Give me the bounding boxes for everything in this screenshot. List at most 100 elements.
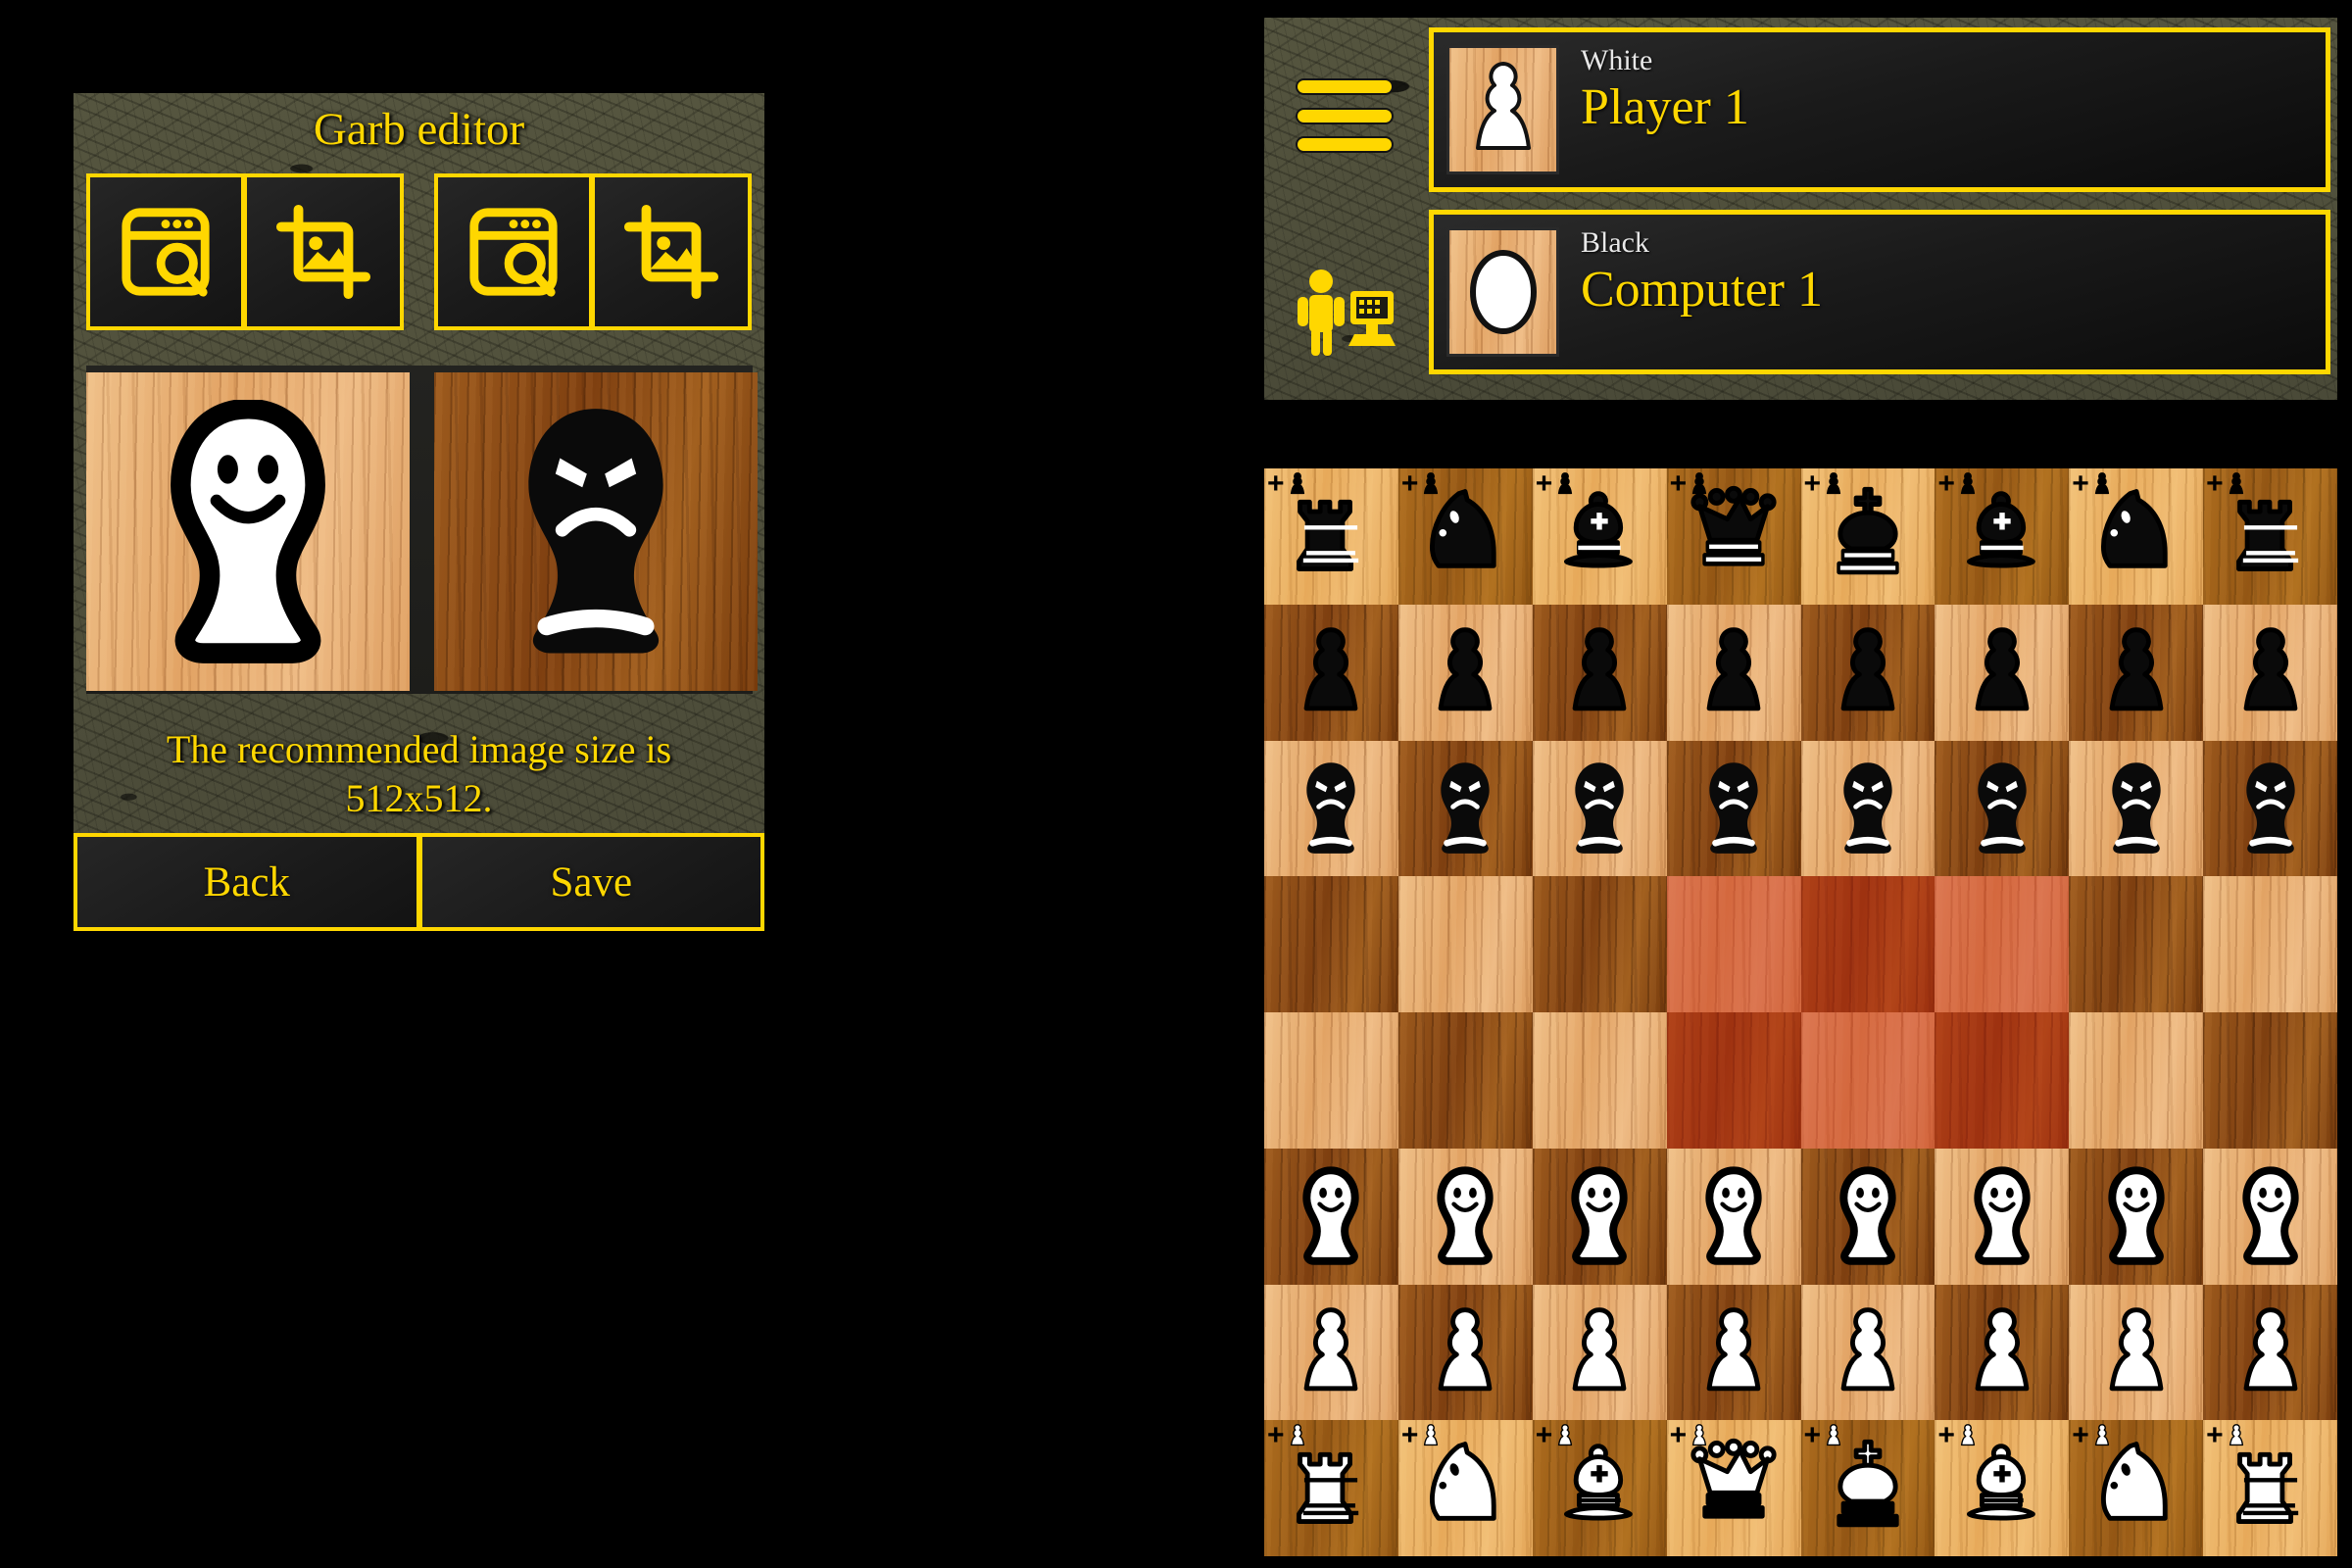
white-knight[interactable] [2085,1438,2187,1540]
white-garb[interactable] [1683,1165,1785,1267]
board-square-a2[interactable] [1264,1284,1398,1421]
board-square-h5[interactable] [2203,876,2337,1012]
board-square-g5[interactable] [2069,876,2204,1012]
board-square-e5[interactable] [1800,876,1936,1012]
board-square-h7[interactable] [2203,604,2337,741]
board-square-b6[interactable] [1397,740,1533,877]
black-bishop[interactable] [1548,485,1650,587]
crop-image-white-button[interactable] [245,173,404,330]
black-garb[interactable] [1683,758,1785,859]
black-knight[interactable] [2085,485,2187,587]
board-square-h2[interactable] [2203,1284,2337,1421]
white-queen[interactable] [1683,1438,1785,1540]
hamburger-menu-icon[interactable] [1296,78,1394,153]
player-card-black[interactable]: Black Computer 1 [1429,210,2330,374]
board-square-f4[interactable] [1935,1012,2070,1149]
board-square-c1[interactable]: + [1532,1420,1667,1556]
board-square-f2[interactable] [1935,1284,2070,1421]
board-square-d6[interactable] [1666,740,1801,877]
board-square-a3[interactable] [1264,1148,1398,1285]
board-square-a4[interactable] [1264,1012,1398,1149]
black-garb-preview[interactable] [434,372,758,691]
white-garb[interactable] [1817,1165,1919,1267]
board-square-a6[interactable] [1264,740,1398,877]
white-pawn[interactable] [1548,1301,1650,1403]
black-pawn[interactable] [1683,621,1785,723]
black-garb[interactable] [2220,758,2322,859]
white-pawn[interactable] [1414,1301,1516,1403]
white-garb[interactable] [2085,1165,2187,1267]
board-square-e2[interactable] [1800,1284,1936,1421]
board-square-c5[interactable] [1532,876,1667,1012]
white-garb[interactable] [2220,1165,2322,1267]
chess-board[interactable]: + + + + + + + + + + + + + + + + [1264,468,2337,1556]
white-garb[interactable] [1548,1165,1650,1267]
white-knight[interactable] [1414,1438,1516,1540]
black-pawn[interactable] [2085,621,2187,723]
black-pawn[interactable] [1951,621,2053,723]
board-square-b5[interactable] [1397,876,1533,1012]
black-knight[interactable] [1414,485,1516,587]
black-pawn[interactable] [2220,621,2322,723]
black-king[interactable] [1817,485,1919,587]
white-rook[interactable] [1280,1438,1382,1540]
board-square-h4[interactable] [2203,1012,2337,1149]
black-garb[interactable] [1414,758,1516,859]
white-pawn[interactable] [1683,1301,1785,1403]
board-square-a7[interactable] [1264,604,1398,741]
board-square-c8[interactable]: + [1532,468,1667,605]
board-square-b7[interactable] [1397,604,1533,741]
board-square-b4[interactable] [1397,1012,1533,1149]
board-square-h6[interactable] [2203,740,2337,877]
board-square-b8[interactable]: + [1397,468,1533,605]
board-square-d2[interactable] [1666,1284,1801,1421]
board-square-a1[interactable]: + [1264,1420,1398,1556]
black-garb[interactable] [1817,758,1919,859]
black-garb[interactable] [1548,758,1650,859]
board-square-f7[interactable] [1935,604,2070,741]
board-square-h8[interactable]: + [2203,468,2337,605]
board-square-h1[interactable]: + [2203,1420,2337,1556]
white-pawn[interactable] [2220,1301,2322,1403]
black-queen[interactable] [1683,485,1785,587]
black-pawn[interactable] [1280,621,1382,723]
board-square-c7[interactable] [1532,604,1667,741]
white-garb[interactable] [1280,1165,1382,1267]
board-square-b1[interactable]: + [1397,1420,1533,1556]
board-square-f6[interactable] [1935,740,2070,877]
browse-file-white-button[interactable] [86,173,245,330]
board-square-d1[interactable]: + [1666,1420,1801,1556]
white-garb[interactable] [1414,1165,1516,1267]
board-square-f1[interactable]: + [1935,1420,2070,1556]
board-square-e1[interactable]: + [1800,1420,1936,1556]
board-square-d8[interactable]: + [1666,468,1801,605]
black-pawn[interactable] [1414,621,1516,723]
board-square-e3[interactable] [1800,1148,1936,1285]
white-garb-preview[interactable] [86,372,410,691]
white-pawn[interactable] [1951,1301,2053,1403]
black-garb[interactable] [1951,758,2053,859]
board-square-g3[interactable] [2069,1148,2204,1285]
black-pawn[interactable] [1548,621,1650,723]
white-king[interactable] [1817,1438,1919,1540]
board-square-a8[interactable]: + [1264,468,1398,605]
white-bishop[interactable] [1548,1438,1650,1540]
board-square-d5[interactable] [1666,876,1801,1012]
board-square-h3[interactable] [2203,1148,2337,1285]
black-garb[interactable] [2085,758,2187,859]
board-square-a5[interactable] [1264,876,1398,1012]
board-square-e8[interactable]: + [1800,468,1936,605]
black-rook[interactable] [2220,485,2322,587]
player-card-white[interactable]: White Player 1 [1429,27,2330,192]
black-rook[interactable] [1280,485,1382,587]
board-square-g8[interactable]: + [2069,468,2204,605]
board-square-c6[interactable] [1532,740,1667,877]
board-square-f8[interactable]: + [1935,468,2070,605]
save-button[interactable]: Save [419,833,764,931]
board-square-f5[interactable] [1935,876,2070,1012]
board-square-c2[interactable] [1532,1284,1667,1421]
board-square-g1[interactable]: + [2069,1420,2204,1556]
board-square-c3[interactable] [1532,1148,1667,1285]
board-square-e4[interactable] [1800,1012,1936,1149]
white-pawn[interactable] [2085,1301,2187,1403]
